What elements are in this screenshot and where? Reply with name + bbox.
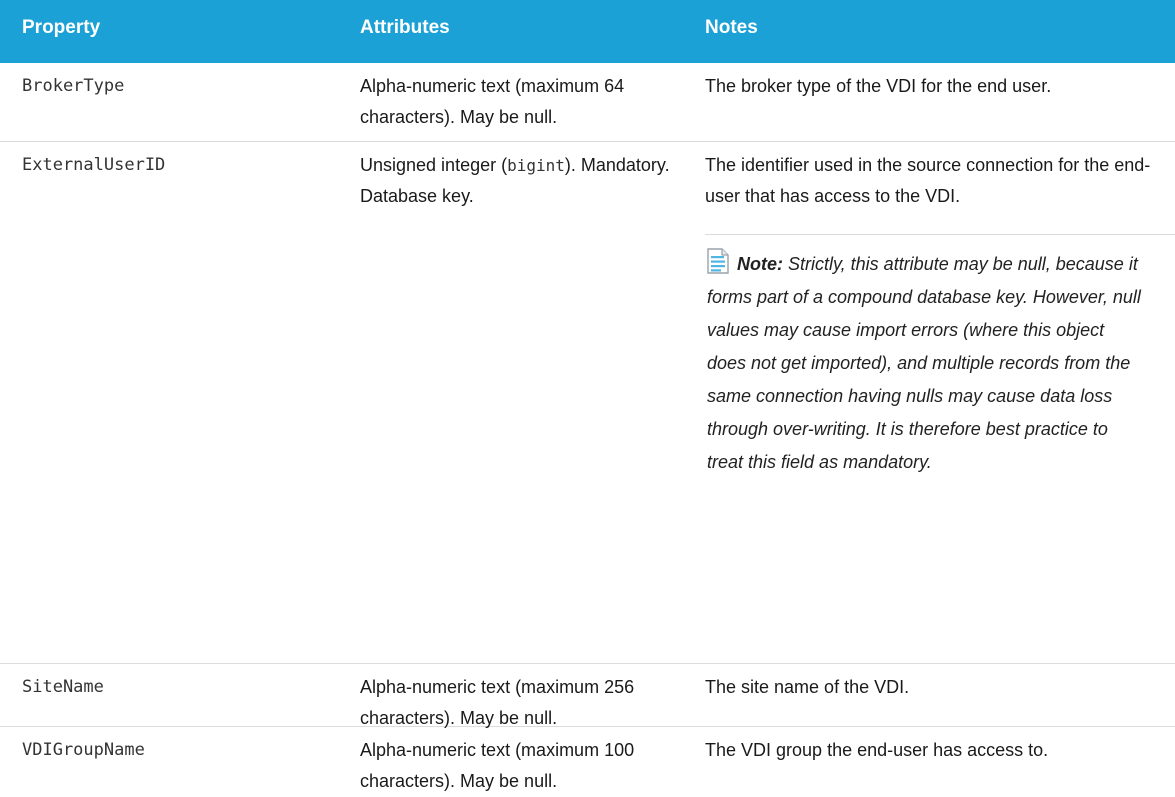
table-row: ExternalUserID Unsigned integer (bigint)… xyxy=(0,142,1175,664)
notes-cell: The broker type of the VDI for the end u… xyxy=(705,76,1052,96)
attributes-cell: Unsigned integer (bigint). Mandatory. Da… xyxy=(360,155,670,206)
note-document-icon xyxy=(707,248,729,274)
note-box: Note: Strictly, this attribute may be nu… xyxy=(707,248,1147,479)
header-notes: Notes xyxy=(705,17,758,38)
table-row: BrokerType Alpha-numeric text (maximum 6… xyxy=(0,63,1175,142)
property-name: BrokerType xyxy=(22,76,125,96)
header-property: Property xyxy=(22,17,101,38)
table-row: VDIGroupName Alpha-numeric text (maximum… xyxy=(0,727,1175,791)
header-attributes: Attributes xyxy=(360,17,450,38)
attributes-cell: Alpha-numeric text (maximum 256 characte… xyxy=(360,677,635,728)
attributes-cell: Alpha-numeric text (maximum 100 characte… xyxy=(360,740,635,791)
table-row: SiteName Alpha-numeric text (maximum 256… xyxy=(0,664,1175,728)
property-name: SiteName xyxy=(22,677,104,697)
note-label: Note: xyxy=(737,254,783,274)
notes-cell: The site name of the VDI. xyxy=(705,677,910,697)
note-text: Strictly, this attribute may be null, be… xyxy=(707,254,1141,472)
table-header: Property Attributes Notes xyxy=(0,0,1175,63)
notes-cell: The identifier used in the source connec… xyxy=(705,155,1151,206)
property-name: ExternalUserID xyxy=(22,155,166,175)
attributes-cell: Alpha-numeric text (maximum 64 character… xyxy=(360,76,625,127)
note-divider xyxy=(705,234,1175,235)
properties-table: Property Attributes Notes BrokerType Alp… xyxy=(0,0,1175,791)
property-name: VDIGroupName xyxy=(22,740,145,760)
inline-code: bigint xyxy=(507,156,565,175)
notes-cell: The VDI group the end-user has access to… xyxy=(705,740,1049,760)
